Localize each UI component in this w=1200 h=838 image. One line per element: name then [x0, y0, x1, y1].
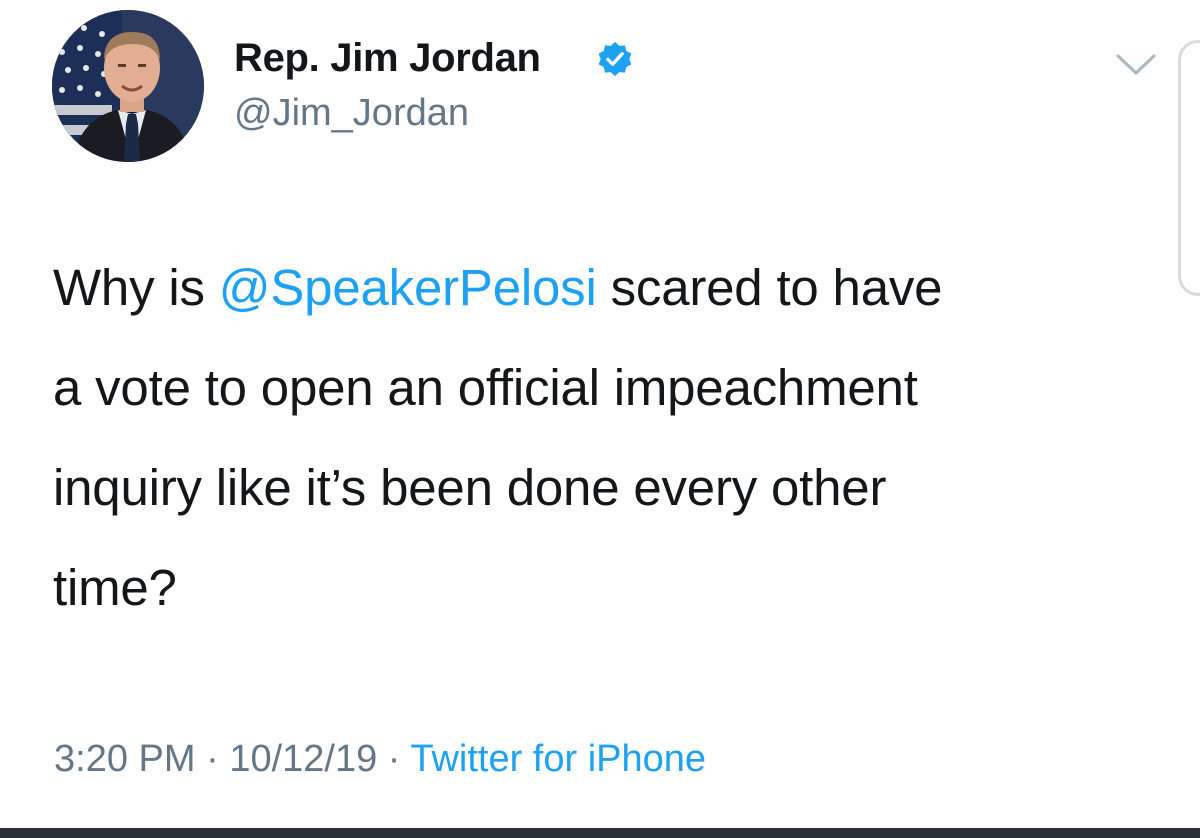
author-avatar[interactable] — [52, 10, 204, 162]
tweet-text-segment: Why is — [53, 259, 219, 316]
tweet-line-2: a vote to open an official impeachment — [53, 359, 918, 416]
meta-separator: · — [195, 738, 230, 780]
tweet-line-4: time? — [53, 559, 177, 616]
device-edge — [1178, 40, 1200, 296]
tweet-time[interactable]: 3:20 PM — [54, 738, 196, 780]
meta-separator: · — [377, 738, 411, 780]
verified-badge-icon — [598, 41, 632, 77]
tweet-line-1: Why is @SpeakerPelosi scared to have — [53, 238, 1163, 338]
avatar-image — [52, 10, 204, 162]
mention-link[interactable]: @SpeakerPelosi — [219, 259, 597, 316]
tweet-card: Rep. Jim Jordan @Jim_Jordan Why is @Spea… — [0, 0, 1200, 828]
tweet-text: Why is @SpeakerPelosi scared to have a v… — [53, 238, 1163, 638]
tweet-line-3: inquiry like it’s been done every other — [53, 459, 887, 516]
chevron-down-icon[interactable] — [1114, 52, 1158, 78]
tweet-meta: 3:20 PM · 10/12/19 · Twitter for iPhone — [54, 738, 706, 781]
bottom-bar — [0, 828, 1200, 838]
tweet-text-segment: scared to have — [596, 259, 943, 316]
tweet-source-link[interactable]: Twitter for iPhone — [410, 738, 706, 780]
author-handle[interactable]: @Jim_Jordan — [234, 92, 469, 135]
tweet-date[interactable]: 10/12/19 — [229, 738, 377, 780]
author-display-name[interactable]: Rep. Jim Jordan — [234, 36, 541, 81]
